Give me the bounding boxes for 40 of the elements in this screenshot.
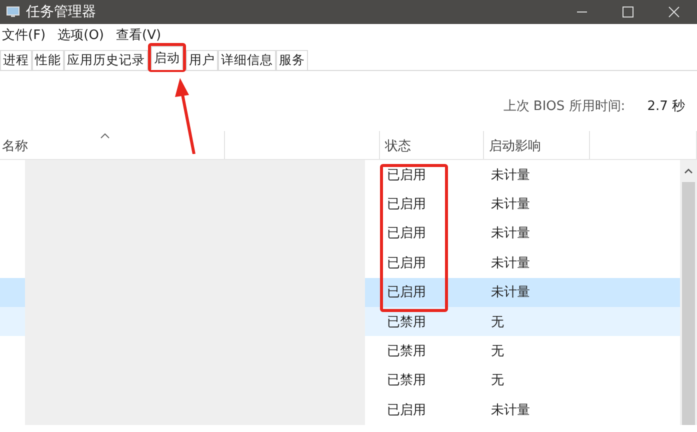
impact-cell-text: 未计量 [490, 225, 531, 242]
menu-item[interactable]: 查看(V) [114, 26, 164, 44]
status-cell-text: 已启用 [386, 196, 427, 214]
scroll-up-icon[interactable] [684, 168, 693, 174]
tab[interactable]: 详细信息 [218, 50, 276, 70]
monitor-icon [6, 6, 20, 18]
impact-column-header[interactable]: 启动影响 [484, 131, 590, 159]
impact-cell-text: 未计量 [490, 284, 531, 302]
menu-item[interactable]: 文件(F) [0, 26, 48, 44]
impact-cell-text: 无 [490, 343, 505, 360]
impact-cell-text: 未计量 [490, 402, 531, 419]
status-cell-text: 已禁用 [386, 343, 427, 360]
window-title: 任务管理器 [26, 3, 96, 21]
name-column-header[interactable]: 名称 [0, 131, 225, 159]
status-cell-text: 已禁用 [386, 314, 427, 331]
status-column-header[interactable]: 状态 [380, 131, 484, 159]
tab[interactable]: 启动 [151, 46, 183, 70]
impact-cell-text: 未计量 [490, 196, 531, 214]
status-cell-text: 已启用 [386, 254, 427, 272]
status-cell-text: 已禁用 [386, 372, 427, 390]
impact-cell-text: 无 [490, 372, 505, 390]
scrollbar[interactable] [680, 160, 697, 425]
tab[interactable]: 用户 [186, 50, 218, 70]
tab[interactable]: 应用历史记录 [64, 50, 148, 70]
status-cell-text: 已启用 [386, 166, 427, 184]
impact-cell-text: 未计量 [490, 166, 531, 184]
status-cell-text: 已启用 [386, 225, 427, 242]
tab[interactable]: 性能 [32, 50, 64, 70]
menu-item[interactable]: 选项(O) [56, 26, 106, 44]
tab[interactable]: 进程 [0, 50, 32, 70]
impact-cell-text: 无 [490, 314, 505, 331]
impact-cell-text: 未计量 [490, 254, 531, 272]
sort-caret-icon [100, 132, 110, 139]
tab[interactable]: 服务 [276, 50, 308, 70]
status-cell-text: 已启用 [386, 402, 427, 419]
table-row[interactable]: 已启用 未计量 [0, 278, 680, 307]
bios-time-label: 上次 BIOS 所用时间: [503, 98, 626, 115]
bios-time-value: 2.7 秒 [647, 98, 685, 115]
status-cell-text: 已启用 [386, 284, 427, 302]
table-row[interactable]: 已禁用 无 [0, 306, 680, 336]
